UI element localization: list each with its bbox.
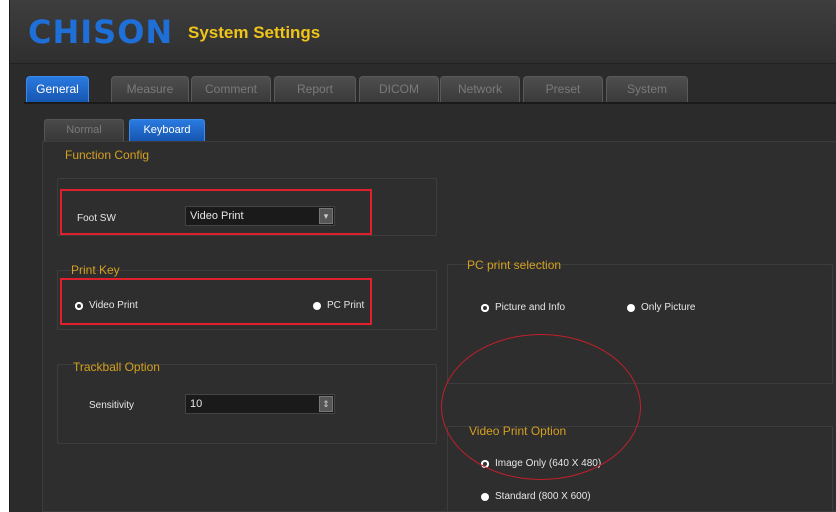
radio-only-picture-label: Only Picture [641,302,696,313]
tab-comment[interactable]: Comment [191,76,271,102]
header-bar: CHISON System Settings [10,0,836,64]
tab-strip-divider [24,102,836,104]
page-title: System Settings [188,23,321,42]
tab-report[interactable]: Report [274,76,356,102]
radio-picture-and-info-label: Picture and Info [495,302,566,313]
print-key-heading: Print Key [71,263,120,277]
radio-picture-and-info[interactable]: Picture and Info [481,302,565,313]
radio-checked-icon [481,303,489,312]
tab-general[interactable]: General [26,76,89,102]
sensitivity-value: 10 [190,398,203,410]
tab-network[interactable]: Network [440,76,520,102]
radio-only-picture[interactable]: Only Picture [627,302,695,313]
tab-system[interactable]: System [606,76,688,102]
radio-unchecked-icon [481,492,489,501]
radio-standard-label: Standard (800 X 600) [495,491,591,502]
pc-print-selection-heading: PC print selection [467,258,562,272]
spin-arrows-icon[interactable]: ⇕ [319,396,333,412]
tab-measure[interactable]: Measure [111,76,189,102]
subtab-keyboard[interactable]: Keyboard [129,119,205,141]
tab-preset[interactable]: Preset [523,76,603,102]
function-config-heading: Function Config [65,148,150,162]
highlight-video-print-ellipse [441,334,641,480]
radio-standard[interactable]: Standard (800 X 600) [481,491,591,502]
sensitivity-label: Sensitivity [89,400,135,411]
radio-unchecked-icon [627,303,635,312]
chison-logo: CHISON [28,13,174,51]
highlight-print-key-box [60,278,372,325]
subtab-normal[interactable]: Normal [44,119,124,141]
tab-dicom[interactable]: DICOM [359,76,439,102]
highlight-foot-sw-box [60,189,372,235]
trackball-heading: Trackball Option [73,360,160,374]
settings-window: CHISON System Settings General Measure C… [9,0,836,512]
sensitivity-spinbox[interactable]: 10 ⇕ [185,394,335,414]
